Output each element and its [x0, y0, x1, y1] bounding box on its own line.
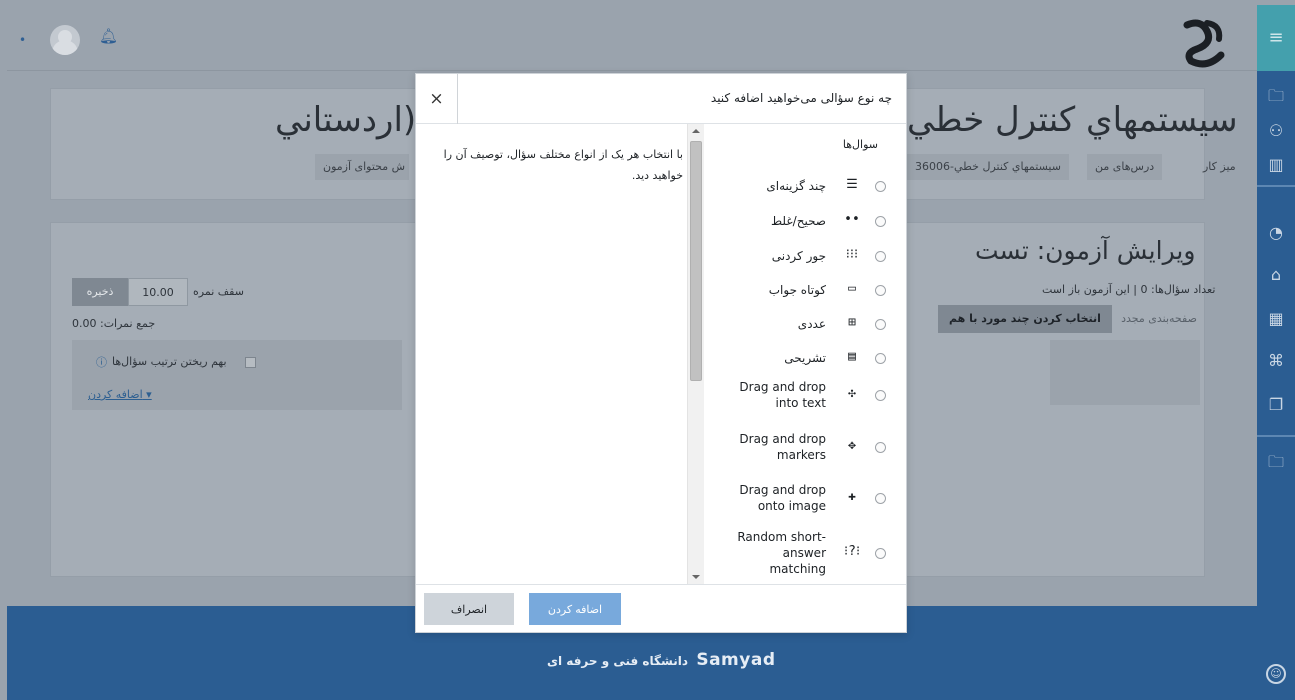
question-type-label: جور کردنی — [771, 249, 826, 263]
quiz-title: ویرایش آزمون: تست — [975, 236, 1196, 265]
question-type-ddwtos[interactable]: ✣ Drag and drop into text — [705, 379, 906, 411]
radio-button[interactable] — [875, 493, 886, 504]
breadcrumb-my-courses[interactable]: درس‌های من — [1087, 154, 1163, 180]
user-avatar[interactable] — [50, 25, 80, 55]
course-title-left: اردستاني) — [275, 100, 417, 140]
question-type-multichoice[interactable]: ☰ چند گزینه‌ای — [705, 176, 906, 196]
question-type-ddmarker[interactable]: ✥ Drag and drop markers — [705, 431, 906, 463]
menu-dot-icon[interactable]: • — [19, 33, 26, 47]
quiz-info: تعداد سؤال‌ها: 0 | این آزمون باز است — [1042, 283, 1216, 296]
question-type-label: Drag and drop markers — [739, 432, 826, 462]
question-type-numerical[interactable]: ⊞ عددی — [705, 314, 906, 334]
folder-icon[interactable]: 🗀 — [1257, 451, 1295, 478]
question-type-label: چند گزینه‌ای — [766, 179, 826, 193]
question-type-label: Drag and drop into text — [739, 380, 826, 410]
ddmarker-icon: ✥ — [848, 438, 856, 453]
select-multiple-button[interactable]: انتخاب کردن چند مورد با هم — [938, 305, 1112, 333]
breadcrumb-course[interactable]: سيستمهاي کنترل خطي-36006 — [907, 154, 1069, 180]
graduation-cap-icon[interactable]: ⌘ — [1257, 351, 1295, 370]
radio-button[interactable] — [875, 251, 886, 262]
breadcrumb-edit-quiz[interactable]: ش محتوای آزمون — [315, 154, 410, 180]
question-type-match[interactable]: ⁝⁝⁝ جور کردنی — [705, 246, 906, 266]
radio-button[interactable] — [875, 285, 886, 296]
randomsamatch-icon: ⁝?⁝ — [844, 544, 861, 559]
sidebar-divider — [1257, 435, 1295, 437]
close-button[interactable]: × — [416, 74, 458, 124]
numerical-icon: ⊞ — [848, 315, 856, 330]
max-grade-input[interactable]: 10.00 — [128, 278, 188, 306]
question-type-label: کوتاه جواب — [768, 283, 826, 297]
add-menu-link[interactable]: اضافه کردن ▾ — [88, 388, 152, 401]
university-logo — [1183, 19, 1225, 68]
footer-text: دانشگاه فنی و حرفه ای Samyad — [547, 650, 776, 670]
question-type-ddimageortext[interactable]: ✚ Drag and drop onto image — [705, 482, 906, 514]
total-marks: جمع نمرات: 0.00 — [72, 317, 156, 330]
section-box — [1050, 340, 1200, 405]
radio-button[interactable] — [875, 181, 886, 192]
radio-button[interactable] — [875, 442, 886, 453]
question-type-randomsamatch[interactable]: ⁝?⁝ Random short-answer matching — [705, 529, 906, 577]
scroll-thumb[interactable] — [690, 141, 702, 381]
hamburger-menu-icon[interactable]: ≡ — [1257, 5, 1295, 71]
question-type-list: سوال‌ها ☰ چند گزینه‌ای •• صحیح/غلط ⁝⁝⁝ جور کر… — [705, 124, 906, 584]
top-navbar: • 🔔︎ — [7, 5, 1257, 71]
scroll-down-arrow[interactable] — [692, 575, 700, 579]
ddwtos-icon: ✣ — [848, 386, 856, 401]
files-icon[interactable]: ❐ — [1257, 395, 1295, 414]
question-type-label: تشریحی — [784, 351, 826, 365]
scrollbar[interactable] — [687, 124, 704, 584]
questions-header: سوال‌ها — [842, 138, 878, 151]
multichoice-icon: ☰ — [846, 177, 858, 192]
match-icon: ⁝⁝⁝ — [845, 247, 859, 262]
sidebar-divider — [1257, 185, 1295, 187]
repaginate-button[interactable]: صفحه‌بندی مجدد — [1114, 305, 1204, 333]
modal-footer: انصراف اضافه کردن — [416, 584, 906, 633]
modal-title: چه نوع سؤالی می‌خواهید اضافه کنید — [710, 91, 892, 105]
question-type-label: عددی — [797, 317, 826, 331]
calendar-icon[interactable]: ▦ — [1257, 309, 1295, 328]
question-type-essay[interactable]: ▤ تشریحی — [705, 348, 906, 368]
footer-brand: Samyad — [696, 650, 776, 670]
truefalse-icon: •• — [844, 212, 860, 227]
radio-button[interactable] — [875, 353, 886, 364]
save-button[interactable]: ذخیره — [72, 278, 128, 306]
accessibility-icon[interactable]: ☺ — [1266, 664, 1286, 684]
add-question-modal: × چه نوع سؤالی می‌خواهید اضافه کنید با ا… — [415, 73, 907, 633]
home-icon[interactable]: ⌂ — [1257, 265, 1295, 284]
course-title-right: سيستمهاي کنترل خطي — [907, 100, 1238, 140]
radio-button[interactable] — [875, 390, 886, 401]
shuffle-label: بهم ریختن ترتیب سؤال‌ها — [112, 355, 227, 368]
essay-icon: ▤ — [848, 349, 856, 364]
ddimageortext-icon: ✚ — [848, 489, 856, 504]
question-type-label: Random short-answer matching — [737, 530, 826, 576]
max-grade-label: سقف نمره — [193, 285, 244, 298]
question-type-description: با انتخاب هر یک از انواع مختلف سؤال، توص… — [443, 148, 683, 182]
radio-button[interactable] — [875, 319, 886, 330]
right-sidebar: ≡ 🗀 ⚇ ▥ ◔ ⌂ ▦ ⌘ ❐ 🗀 — [1257, 5, 1295, 700]
book-icon[interactable]: ▥ — [1257, 155, 1295, 174]
scroll-up-arrow[interactable] — [692, 129, 700, 133]
breadcrumb-dashboard[interactable]: میز کار — [1195, 154, 1244, 180]
modal-header: × چه نوع سؤالی می‌خواهید اضافه کنید — [416, 74, 906, 124]
radio-button[interactable] — [875, 216, 886, 227]
add-button[interactable]: اضافه کردن — [529, 593, 621, 625]
question-type-shortanswer[interactable]: ▭ کوتاه جواب — [705, 280, 906, 300]
bell-icon[interactable]: 🔔︎ — [99, 27, 118, 45]
question-type-label: صحیح/غلط — [771, 214, 826, 228]
dashboard-icon[interactable]: ◔ — [1257, 223, 1295, 242]
shuffle-checkbox[interactable] — [245, 357, 256, 368]
help-icon[interactable]: ⓘ — [96, 354, 107, 370]
radio-button[interactable] — [875, 548, 886, 559]
users-icon[interactable]: ⚇ — [1257, 121, 1295, 140]
question-type-truefalse[interactable]: •• صحیح/غلط — [705, 211, 906, 231]
question-type-label: Drag and drop onto image — [739, 483, 826, 513]
shortanswer-icon: ▭ — [848, 281, 856, 296]
cancel-button[interactable]: انصراف — [424, 593, 514, 625]
folder-icon[interactable]: 🗀 — [1257, 85, 1295, 112]
